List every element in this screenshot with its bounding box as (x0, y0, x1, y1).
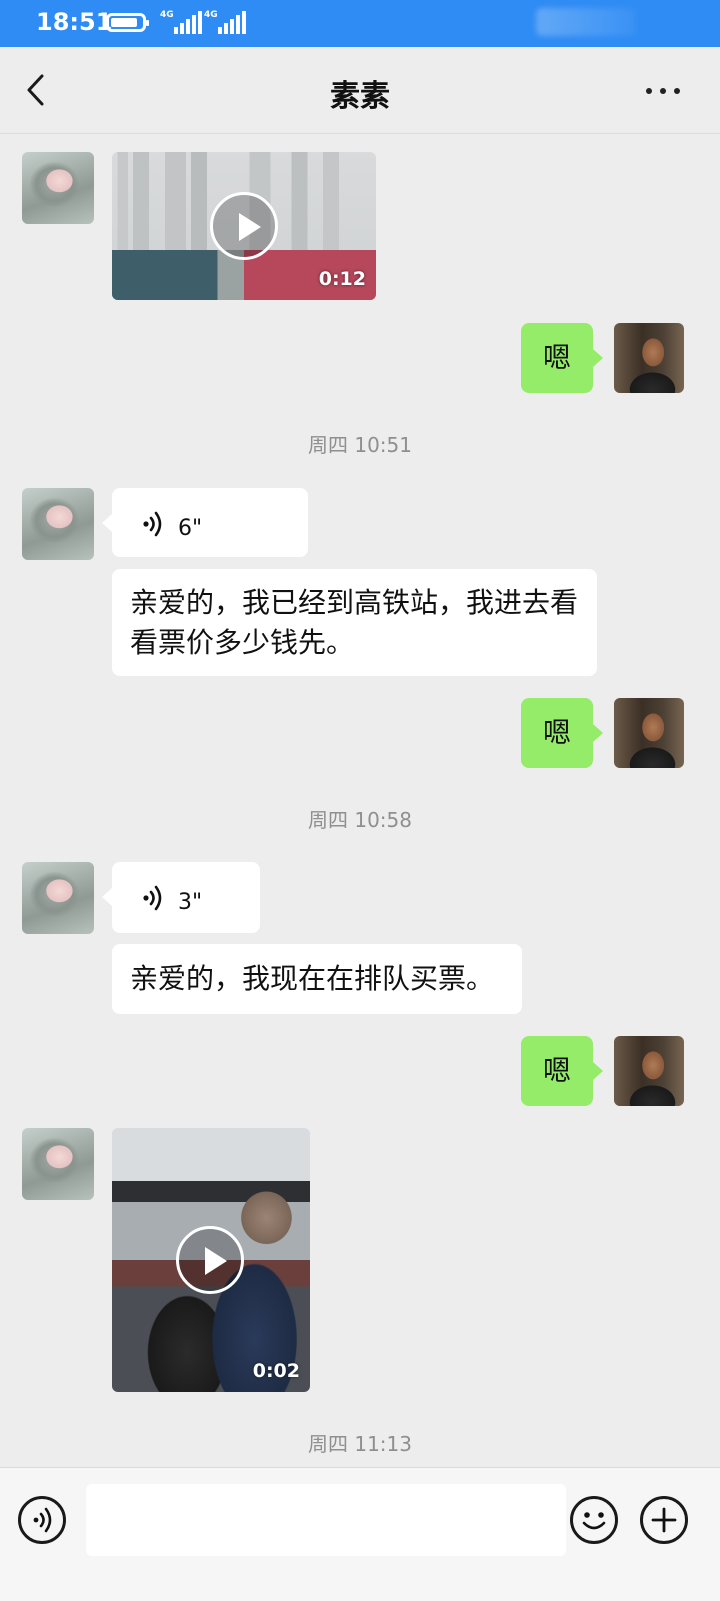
play-icon[interactable] (210, 192, 278, 260)
chat-timestamp: 周四 10:58 (308, 808, 412, 832)
incoming-text-bubble[interactable]: 亲爱的，我现在在排队买票。 (112, 944, 522, 1014)
outgoing-text-bubble[interactable]: 嗯 (521, 698, 603, 768)
voice-message[interactable]: 6" (102, 488, 308, 557)
video-message[interactable]: 0:12 (112, 152, 376, 300)
chat-title: 素素 (330, 79, 390, 114)
status-time: 18:51 (36, 8, 113, 36)
contact-avatar[interactable] (22, 488, 94, 560)
status-blur (536, 8, 636, 36)
voice-wave-icon (143, 511, 162, 537)
video-duration: 0:12 (318, 268, 366, 290)
voice-wave-icon (143, 885, 162, 911)
more-dots-icon[interactable] (646, 85, 686, 95)
chat-timestamp: 周四 11:13 (308, 1432, 412, 1456)
message-input[interactable] (86, 1484, 566, 1556)
network-type-1: 4G (160, 10, 174, 20)
chat-timestamp: 周四 10:51 (308, 433, 412, 457)
contact-avatar[interactable] (22, 152, 94, 224)
chat-header: 素素 (0, 47, 720, 134)
my-avatar[interactable] (614, 1036, 684, 1106)
contact-avatar[interactable] (22, 1128, 94, 1200)
voice-input-icon[interactable] (18, 1496, 66, 1544)
video-duration: 0:02 (252, 1360, 300, 1382)
voice-duration: 6" (178, 516, 203, 541)
status-bar: 18:51 4G 4G (0, 0, 720, 47)
incoming-text-bubble[interactable]: 亲爱的，我已经到高铁站，我进去看看票价多少钱先。 (112, 569, 597, 676)
outgoing-text-bubble[interactable]: 嗯 (521, 1036, 603, 1106)
contact-avatar[interactable] (22, 862, 94, 934)
video-message[interactable]: 0:02 (112, 1128, 310, 1392)
emoji-icon[interactable] (570, 1496, 618, 1544)
voice-duration: 3" (178, 890, 203, 915)
plus-icon[interactable] (640, 1496, 688, 1544)
signal-icon: 4G (160, 10, 204, 36)
network-type-2: 4G (204, 10, 218, 20)
outgoing-text-bubble[interactable]: 嗯 (521, 323, 603, 393)
my-avatar[interactable] (614, 323, 684, 393)
my-avatar[interactable] (614, 698, 684, 768)
signal-icon-2: 4G (204, 10, 248, 36)
input-bar (0, 1467, 720, 1601)
play-icon[interactable] (176, 1226, 244, 1294)
voice-message[interactable]: 3" (102, 862, 260, 933)
battery-icon (106, 13, 149, 32)
